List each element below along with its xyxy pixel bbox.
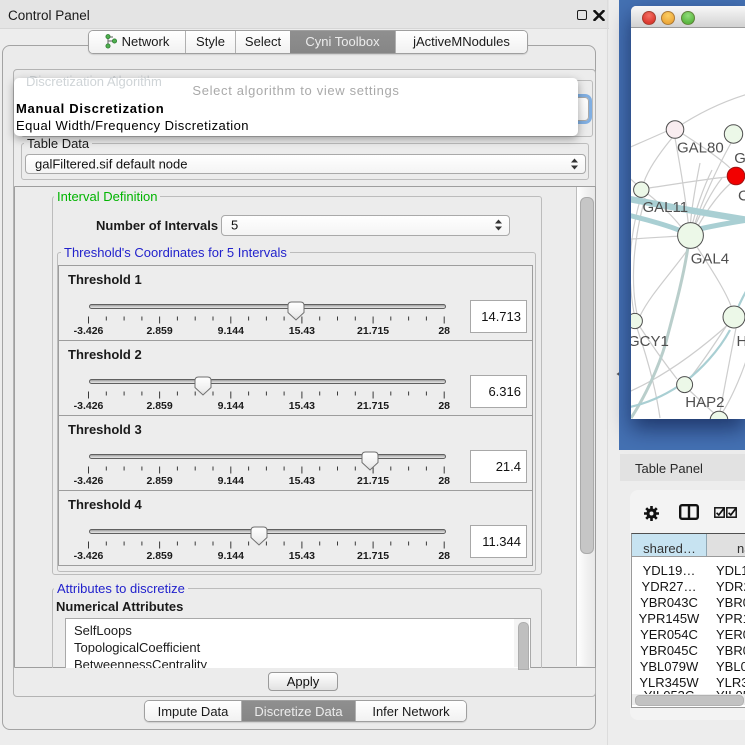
svg-text:C: C xyxy=(738,188,745,205)
svg-text:GCY1: GCY1 xyxy=(631,333,669,350)
svg-text:HAP2: HAP2 xyxy=(685,394,724,411)
svg-text:GA: GA xyxy=(734,150,745,167)
svg-text:GAL4: GAL4 xyxy=(691,251,729,268)
svg-text:GAL11: GAL11 xyxy=(643,199,689,216)
svg-text:GAL80: GAL80 xyxy=(677,140,724,157)
svg-text:H: H xyxy=(737,333,745,350)
